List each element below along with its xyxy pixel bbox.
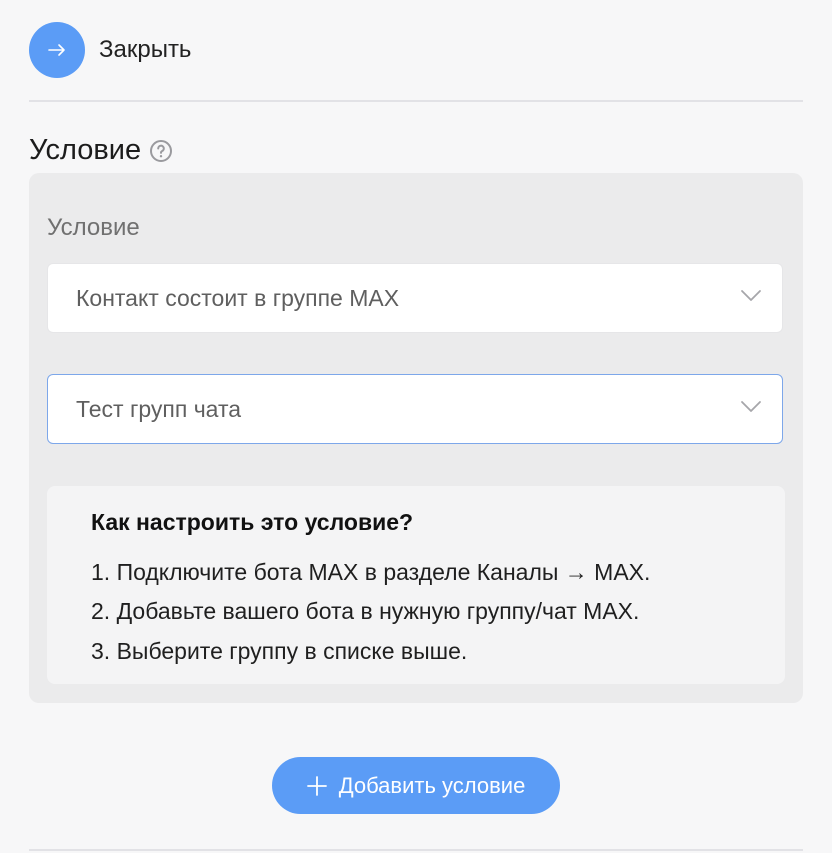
close-button[interactable] <box>29 22 85 78</box>
group-select-value: Тест групп чата <box>76 396 242 422</box>
condition-type-value: Контакт состоит в группе MAX <box>76 285 400 311</box>
section-title: Условие <box>29 134 142 166</box>
help-box: Как настроить это условие? 1. Подключите… <box>47 486 785 684</box>
plus-icon <box>306 775 327 796</box>
header-divider <box>29 100 803 102</box>
footer-divider <box>29 849 803 851</box>
add-condition-button[interactable]: Добавить условие <box>272 757 560 814</box>
close-label[interactable]: Закрыть <box>99 36 191 64</box>
section-header: Условие <box>29 134 173 167</box>
chevron-down-icon <box>741 290 761 301</box>
close-row: Закрыть <box>29 22 191 78</box>
help-step-2: 2. Добавьте вашего бота в нужную группу/… <box>91 598 640 624</box>
condition-field-label: Условие <box>47 214 140 241</box>
arrow-right-icon <box>48 44 65 56</box>
add-condition-label: Добавить условие <box>338 772 526 798</box>
group-select[interactable]: Тест групп чата <box>47 374 783 444</box>
help-title: Как настроить это условие? <box>91 509 414 535</box>
chevron-down-icon <box>741 401 761 412</box>
question-circle-icon[interactable] <box>149 139 173 163</box>
help-step-1: 1. Подключите бота MAX в разделе Каналы … <box>91 559 651 585</box>
help-step-3: 3. Выберите группу в списке выше. <box>91 638 468 664</box>
condition-type-select[interactable]: Контакт состоит в группе MAX <box>47 263 783 333</box>
condition-panel: Условие Контакт состоит в группе MAX Тес… <box>29 173 803 703</box>
